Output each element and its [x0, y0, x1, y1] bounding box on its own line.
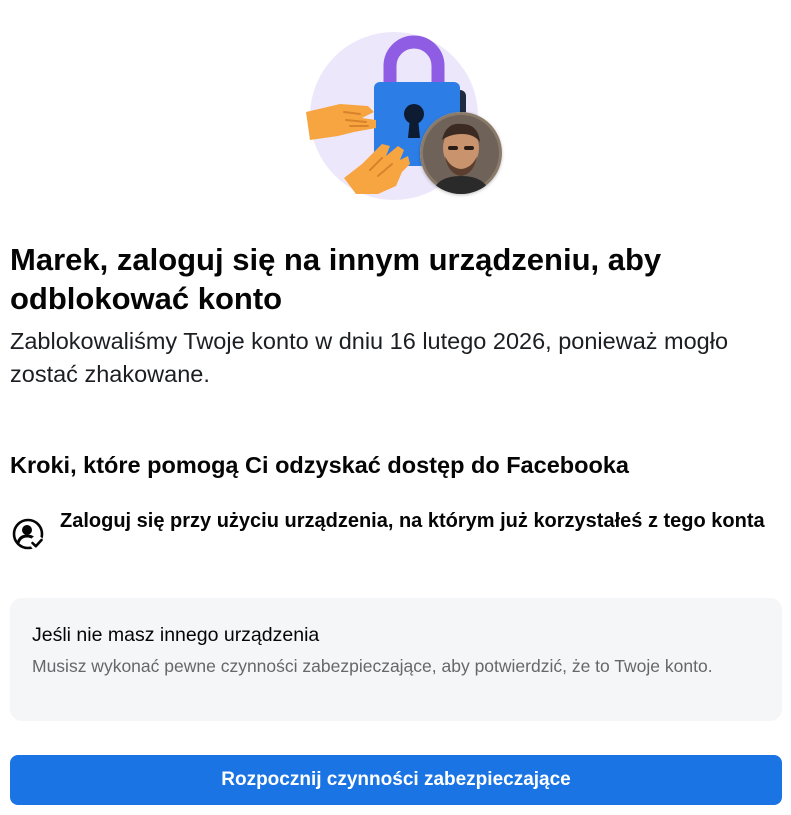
user-check-icon: [12, 518, 44, 550]
step-item: Zaloguj się przy użyciu urządzenia, na k…: [10, 508, 780, 552]
steps-heading: Kroki, które pomogą Ci odzyskać dostęp d…: [10, 452, 629, 478]
start-security-steps-button[interactable]: Rozpocznij czynności zabezpieczające: [10, 755, 782, 805]
avatar: [420, 112, 502, 194]
user-photo-icon: [420, 112, 502, 194]
no-device-info-box: Jeśli nie masz innego urządzenia Musisz …: [10, 598, 782, 721]
info-box-title: Jeśli nie masz innego urządzenia: [32, 624, 320, 646]
lock-reason-text: Zablokowaliśmy Twoje konto w dniu 16 lut…: [10, 328, 729, 387]
locked-account-illustration: [306, 28, 506, 203]
page-title: Marek, zaloguj się na innym urządzeniu, …: [10, 242, 662, 316]
account-locked-page: Marek, zaloguj się na innym urządzeniu, …: [0, 0, 791, 815]
info-box-text: Musisz wykonać pewne czynności zabezpiec…: [32, 656, 713, 676]
step-text: Zaloguj się przy użyciu urządzenia, na k…: [60, 510, 765, 532]
